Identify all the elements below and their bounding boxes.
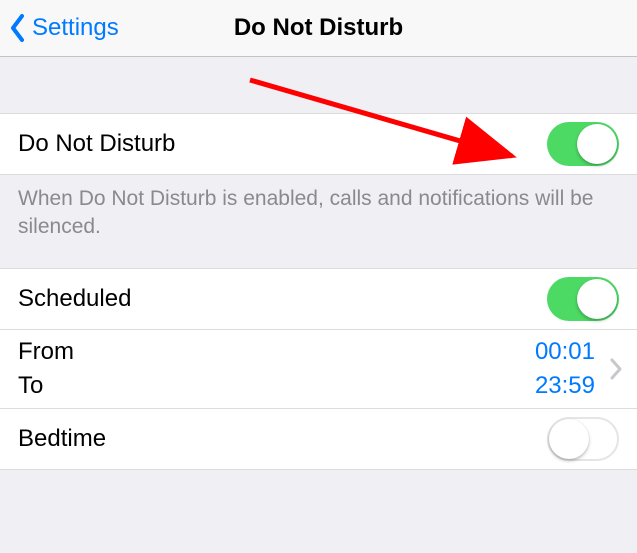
chevron-left-icon	[10, 14, 26, 42]
scheduled-label: Scheduled	[18, 285, 547, 313]
dnd-footer-text: When Do Not Disturb is enabled, calls an…	[0, 175, 637, 268]
from-value: 00:01	[535, 338, 595, 366]
toggle-knob	[577, 279, 617, 319]
toggle-knob	[577, 124, 617, 164]
section-spacer	[0, 57, 637, 113]
scheduled-toggle[interactable]	[547, 277, 619, 321]
back-button[interactable]: Settings	[0, 14, 119, 42]
dnd-label: Do Not Disturb	[18, 130, 547, 158]
bedtime-toggle[interactable]	[547, 417, 619, 461]
from-label: From	[18, 338, 535, 366]
back-label: Settings	[32, 14, 119, 42]
chevron-right-icon	[599, 357, 629, 381]
scheduled-row: Scheduled	[0, 268, 637, 330]
to-label: To	[18, 372, 535, 400]
bedtime-row: Bedtime	[0, 409, 637, 470]
bedtime-label: Bedtime	[18, 425, 547, 453]
nav-bar: Settings Do Not Disturb	[0, 0, 637, 57]
to-value: 23:59	[535, 372, 595, 400]
schedule-time-row[interactable]: From To 00:01 23:59	[0, 330, 637, 409]
toggle-knob	[549, 419, 589, 459]
dnd-toggle[interactable]	[547, 122, 619, 166]
dnd-row: Do Not Disturb	[0, 113, 637, 175]
